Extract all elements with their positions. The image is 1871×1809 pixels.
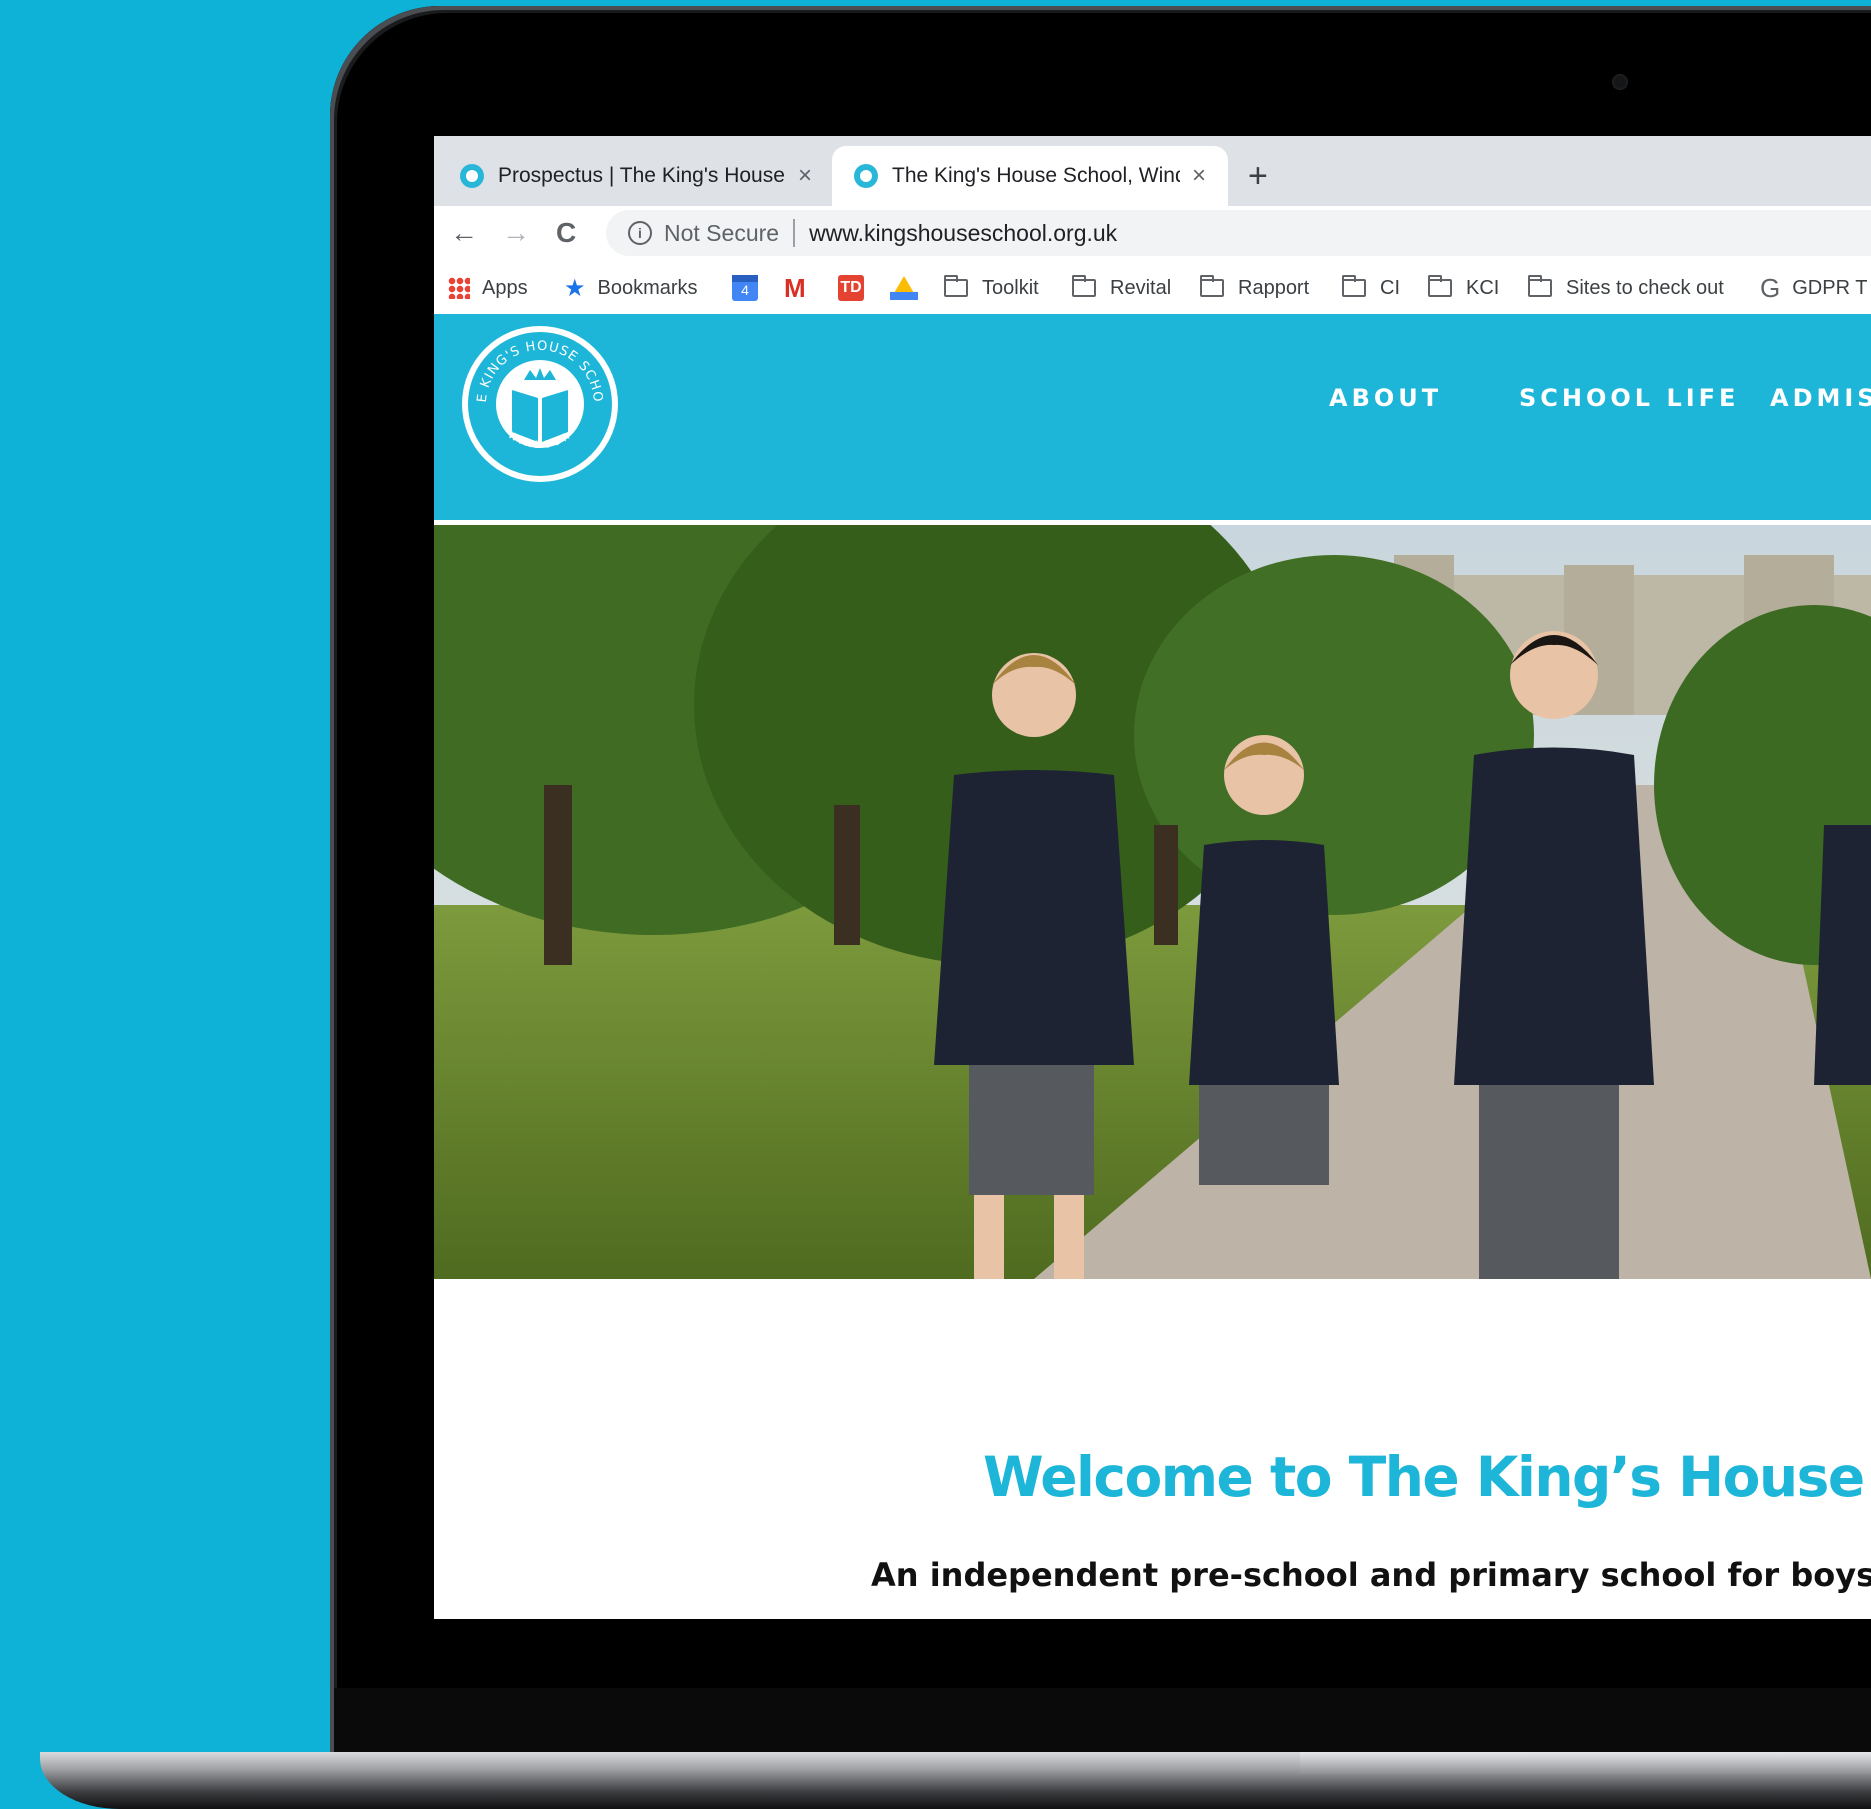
back-icon[interactable]: ← xyxy=(450,216,478,250)
nav-admissions[interactable]: ADMIS xyxy=(1770,384,1871,412)
security-label: Not Secure xyxy=(664,219,780,246)
tab-strip: Prospectus | The King's House × The King… xyxy=(434,136,1871,206)
folder-icon xyxy=(944,275,968,297)
bookmark-label: Bookmarks xyxy=(597,276,698,299)
info-icon[interactable]: i xyxy=(628,221,652,245)
bookmark-label: KCI xyxy=(1466,276,1500,299)
google-icon: G xyxy=(1760,272,1781,303)
google-drive-icon xyxy=(890,276,918,300)
star-icon: ★ xyxy=(564,274,586,302)
bookmark-apps[interactable]: Apps xyxy=(448,272,528,304)
welcome-heading: Welcome to The King’s House Sc xyxy=(983,1445,1871,1509)
bookmark-label: Toolkit xyxy=(982,276,1039,299)
school-logo[interactable]: THE KING'S HOUSE SCHOOLWINDSOR xyxy=(460,324,620,484)
divider xyxy=(793,219,796,247)
bookmark-gdpr[interactable]: G GDPR T xyxy=(1760,272,1867,304)
tab-title: Prospectus | The King's House xyxy=(498,164,785,187)
bookmark-drive[interactable] xyxy=(890,272,918,304)
hero-photo xyxy=(434,525,1871,1279)
bookmark-label: Apps xyxy=(482,276,528,299)
bookmark-folder-ci[interactable]: CI xyxy=(1342,272,1400,304)
bookmark-label: CI xyxy=(1380,276,1400,299)
bookmark-folder-sites[interactable]: Sites to check out xyxy=(1528,272,1724,304)
bookmark-folder-revital[interactable]: Revital xyxy=(1072,272,1171,304)
folder-icon xyxy=(1200,275,1224,297)
welcome-subtitle: An independent pre-school and primary sc… xyxy=(871,1556,1871,1594)
site-favicon-icon xyxy=(460,164,484,188)
tab-home[interactable]: The King's House School, Wind × xyxy=(832,146,1228,206)
bookmark-bookmarks[interactable]: ★ Bookmarks xyxy=(564,272,698,304)
apps-grid-icon xyxy=(448,277,470,299)
tab-title: The King's House School, Wind xyxy=(892,164,1180,187)
site-header: THE KING'S HOUSE SCHOOLWINDSOR ABOUT SCH… xyxy=(434,314,1871,520)
site-favicon-icon xyxy=(854,164,878,188)
bookmark-todoist[interactable]: TD xyxy=(838,272,864,304)
calendar-icon: 4 xyxy=(732,275,758,301)
reload-icon[interactable]: C xyxy=(556,216,576,250)
bookmark-gmail[interactable]: M xyxy=(784,272,806,304)
bookmark-label: Revital xyxy=(1110,276,1172,299)
laptop-chin xyxy=(334,1688,1871,1758)
folder-icon xyxy=(1428,275,1452,297)
folder-icon xyxy=(1072,275,1096,297)
gmail-icon: M xyxy=(784,272,806,303)
bookmark-label: GDPR T xyxy=(1792,276,1868,299)
bookmark-folder-kci[interactable]: KCI xyxy=(1428,272,1499,304)
new-tab-button[interactable]: + xyxy=(1248,156,1268,196)
laptop-base-lip xyxy=(1300,1752,1871,1774)
folder-icon xyxy=(1342,275,1366,297)
bookmark-calendar[interactable]: 4 xyxy=(732,272,758,304)
bookmark-label: Rapport xyxy=(1238,276,1310,299)
address-bar[interactable]: i Not Secure www.kingshouseschool.org.uk xyxy=(606,210,1871,256)
screen: Prospectus | The King's House × The King… xyxy=(434,136,1871,1619)
webcam xyxy=(1612,74,1628,90)
tab-prospectus[interactable]: Prospectus | The King's House × xyxy=(434,146,830,206)
url-text[interactable]: www.kingshouseschool.org.uk xyxy=(809,220,1117,247)
nav-school-life[interactable]: SCHOOL LIFE xyxy=(1519,384,1739,412)
forward-icon[interactable]: → xyxy=(502,216,530,250)
bookmark-label: Sites to check out xyxy=(1566,276,1724,299)
browser-toolbar: ← → C i Not Secure www.kingshouseschool.… xyxy=(434,206,1871,262)
nav-about[interactable]: ABOUT xyxy=(1329,384,1442,412)
close-icon[interactable]: × xyxy=(798,162,812,190)
bookmarks-bar: Apps ★ Bookmarks 4 M TD Toolkit Revital … xyxy=(434,262,1871,315)
close-icon[interactable]: × xyxy=(1192,162,1206,190)
bookmark-folder-toolkit[interactable]: Toolkit xyxy=(944,272,1039,304)
todoist-icon: TD xyxy=(838,275,864,301)
folder-icon xyxy=(1528,275,1552,297)
bookmark-folder-rapport[interactable]: Rapport xyxy=(1200,272,1309,304)
